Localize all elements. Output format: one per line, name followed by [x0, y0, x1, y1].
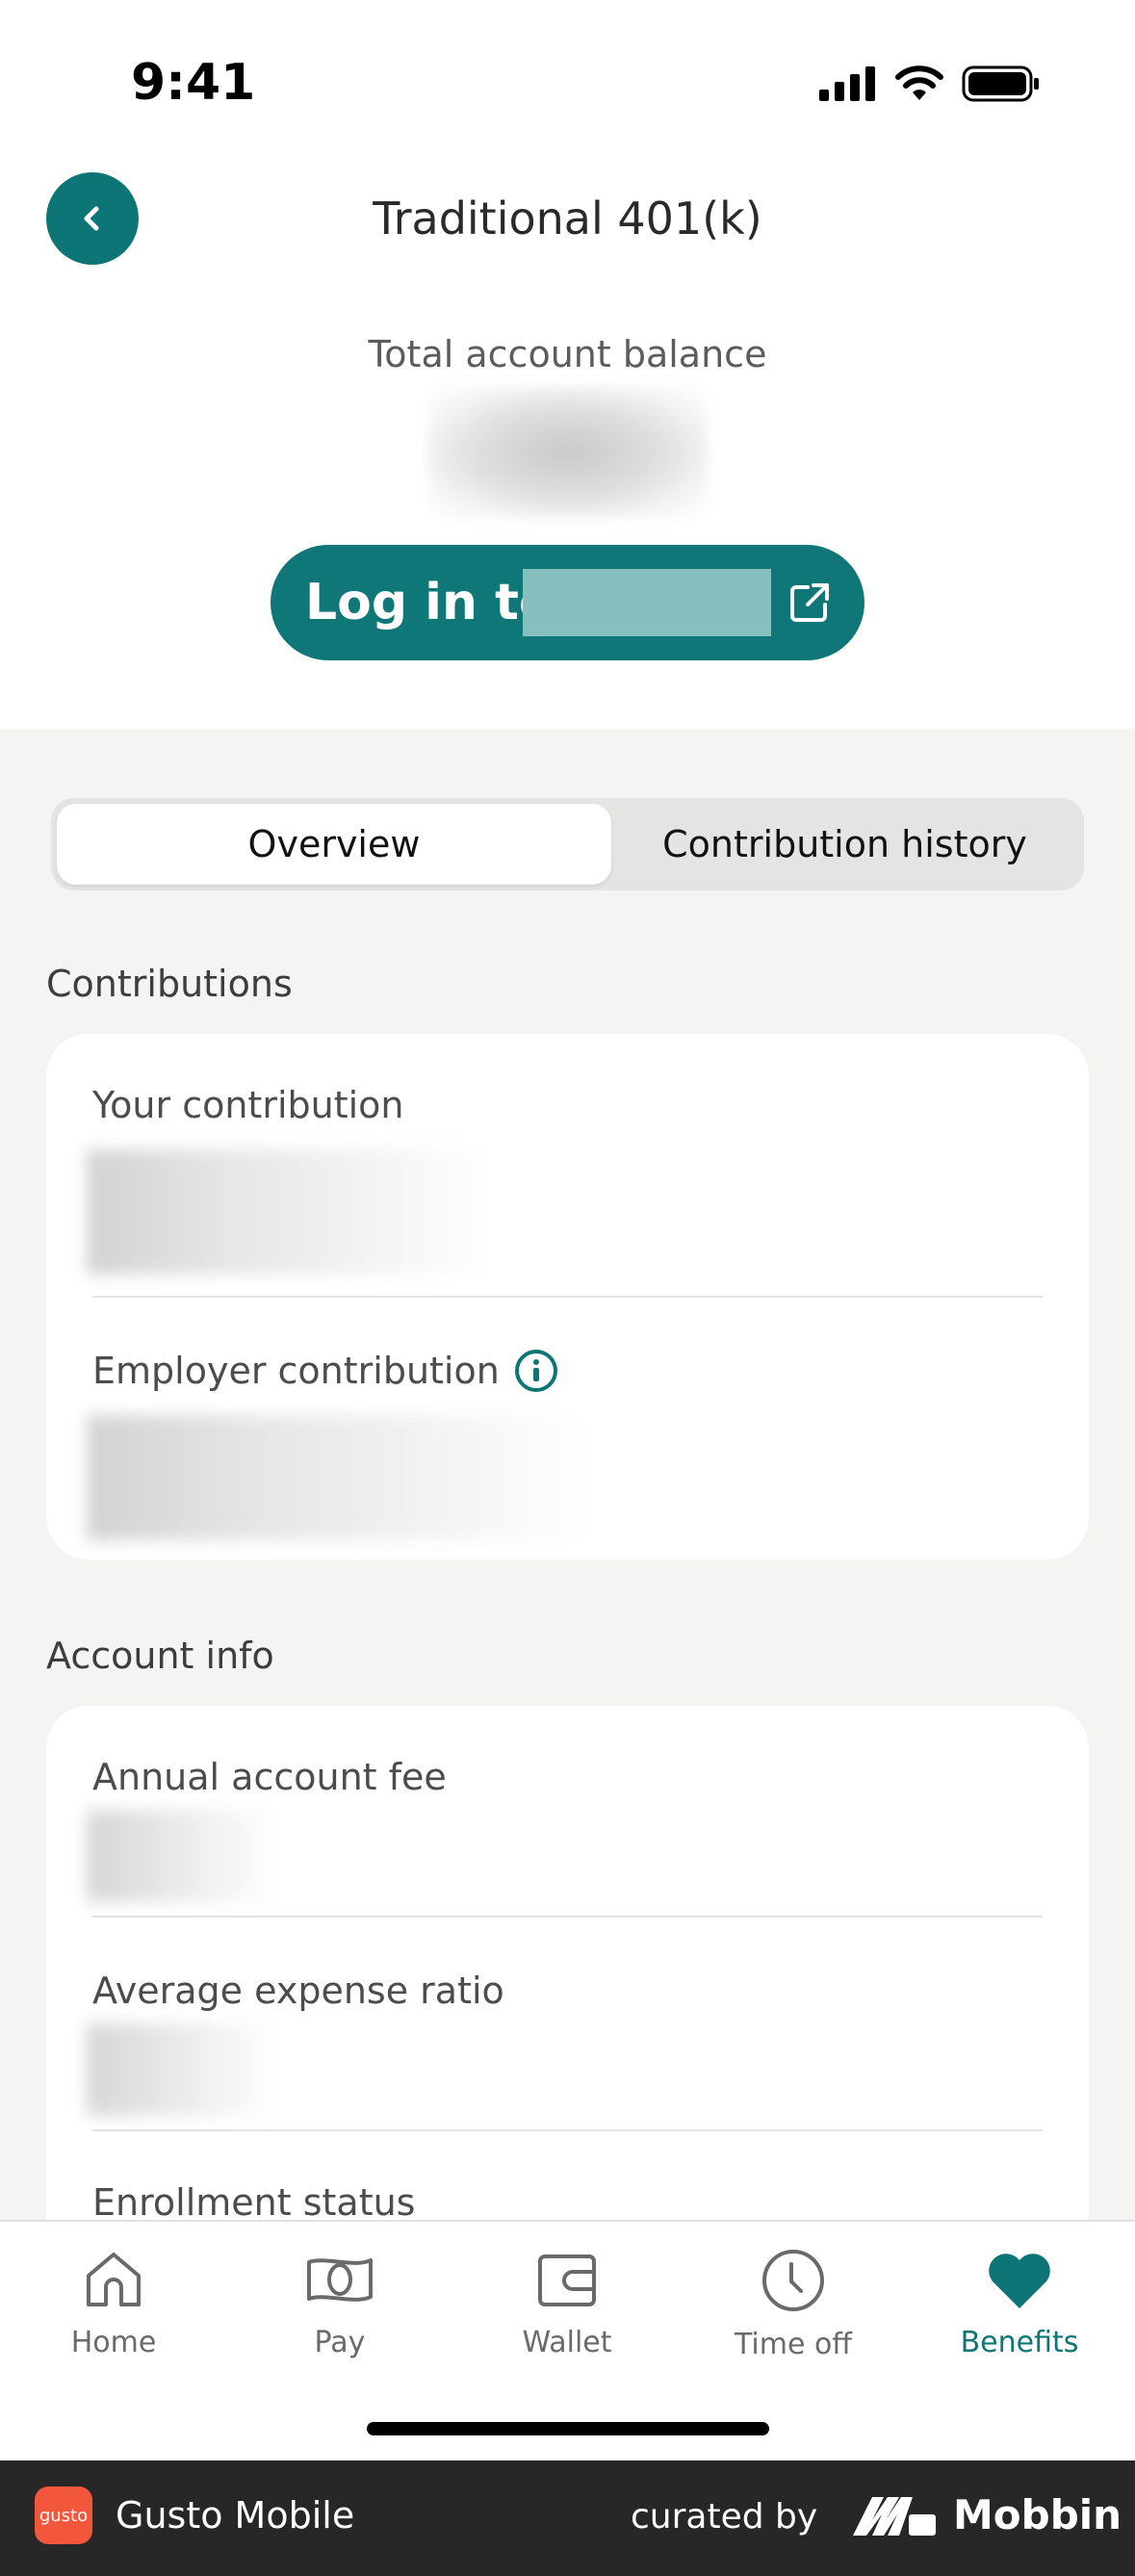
- clock-icon: [762, 2250, 824, 2311]
- tab-wallet[interactable]: Wallet: [471, 2247, 663, 2359]
- page-title: Traditional 401(k): [373, 193, 762, 245]
- tab-time-off-label: Time off: [735, 2328, 852, 2361]
- pay-icon: [307, 2258, 373, 2302]
- divider: [92, 1916, 1043, 1918]
- divider: [92, 2129, 1043, 2131]
- expense-ratio-label: Average expense ratio: [92, 1970, 504, 2012]
- tab-contribution-history[interactable]: Contribution history: [611, 804, 1078, 885]
- segmented-control: Overview Contribution history: [51, 798, 1084, 890]
- tab-time-off[interactable]: Time off: [697, 2247, 890, 2361]
- home-icon: [87, 2253, 141, 2306]
- login-button-label: Log in to: [305, 574, 554, 631]
- status-icons: [819, 65, 1041, 102]
- balance-label: Total account balance: [368, 333, 767, 375]
- employer-contribution-value-redacted: [87, 1415, 587, 1540]
- employer-contribution-text: Employer contribution: [92, 1350, 500, 1392]
- tab-pay-label: Pay: [314, 2326, 366, 2359]
- login-button[interactable]: Log in to: [271, 545, 864, 660]
- tab-benefits[interactable]: Benefits: [923, 2247, 1116, 2359]
- battery-icon: [962, 65, 1039, 102]
- contributions-title: Contributions: [46, 963, 293, 1005]
- status-time: 9:41: [131, 54, 256, 112]
- external-link-icon: [790, 583, 829, 622]
- wallet-icon: [538, 2254, 596, 2306]
- contributions-card: Your contribution Employer contribution: [46, 1034, 1089, 1559]
- employer-contribution-label: Employer contribution: [92, 1348, 559, 1394]
- annual-fee-label: Annual account fee: [92, 1756, 447, 1798]
- home-indicator[interactable]: [367, 2422, 769, 2435]
- annual-fee-value-redacted: [87, 1810, 279, 1902]
- annual-fee-text: Annual account fee: [92, 1756, 447, 1798]
- tab-home-label: Home: [70, 2326, 157, 2359]
- footer-curated-by: curated by: [631, 2497, 818, 2537]
- divider: [92, 1296, 1043, 1298]
- your-contribution-text: Your contribution: [92, 1084, 404, 1126]
- heart-icon: [989, 2254, 1050, 2308]
- tab-home[interactable]: Home: [17, 2247, 210, 2359]
- balance-value-redacted: [428, 387, 708, 518]
- tab-overview[interactable]: Overview: [57, 804, 611, 885]
- your-contribution-label: Your contribution: [92, 1084, 404, 1126]
- wifi-icon: [895, 65, 943, 100]
- signal-icon: [819, 66, 875, 101]
- footer-brand: Mobbin: [953, 2491, 1122, 2538]
- mobbin-logo-icon: [853, 2497, 936, 2536]
- account-info-title: Account info: [46, 1635, 274, 1677]
- tab-wallet-label: Wallet: [522, 2326, 612, 2359]
- tab-benefits-label: Benefits: [960, 2326, 1079, 2359]
- footer-banner: gusto Gusto Mobile curated by Mobbin: [0, 2460, 1135, 2576]
- gusto-logo: gusto: [35, 2486, 92, 2544]
- expense-ratio-text: Average expense ratio: [92, 1970, 504, 2012]
- account-info-card: Annual account fee Average expense ratio…: [46, 1706, 1089, 2283]
- enrollment-status-text: Enrollment status: [92, 2181, 416, 2224]
- expense-ratio-value-redacted: [87, 2023, 279, 2116]
- enrollment-status-label: Enrollment status: [92, 2181, 415, 2224]
- provider-name-redacted: [523, 569, 771, 636]
- footer-app-name: Gusto Mobile: [116, 2494, 355, 2537]
- tab-pay[interactable]: Pay: [244, 2247, 436, 2359]
- your-contribution-value-redacted: [87, 1149, 491, 1275]
- info-icon[interactable]: [513, 1348, 559, 1394]
